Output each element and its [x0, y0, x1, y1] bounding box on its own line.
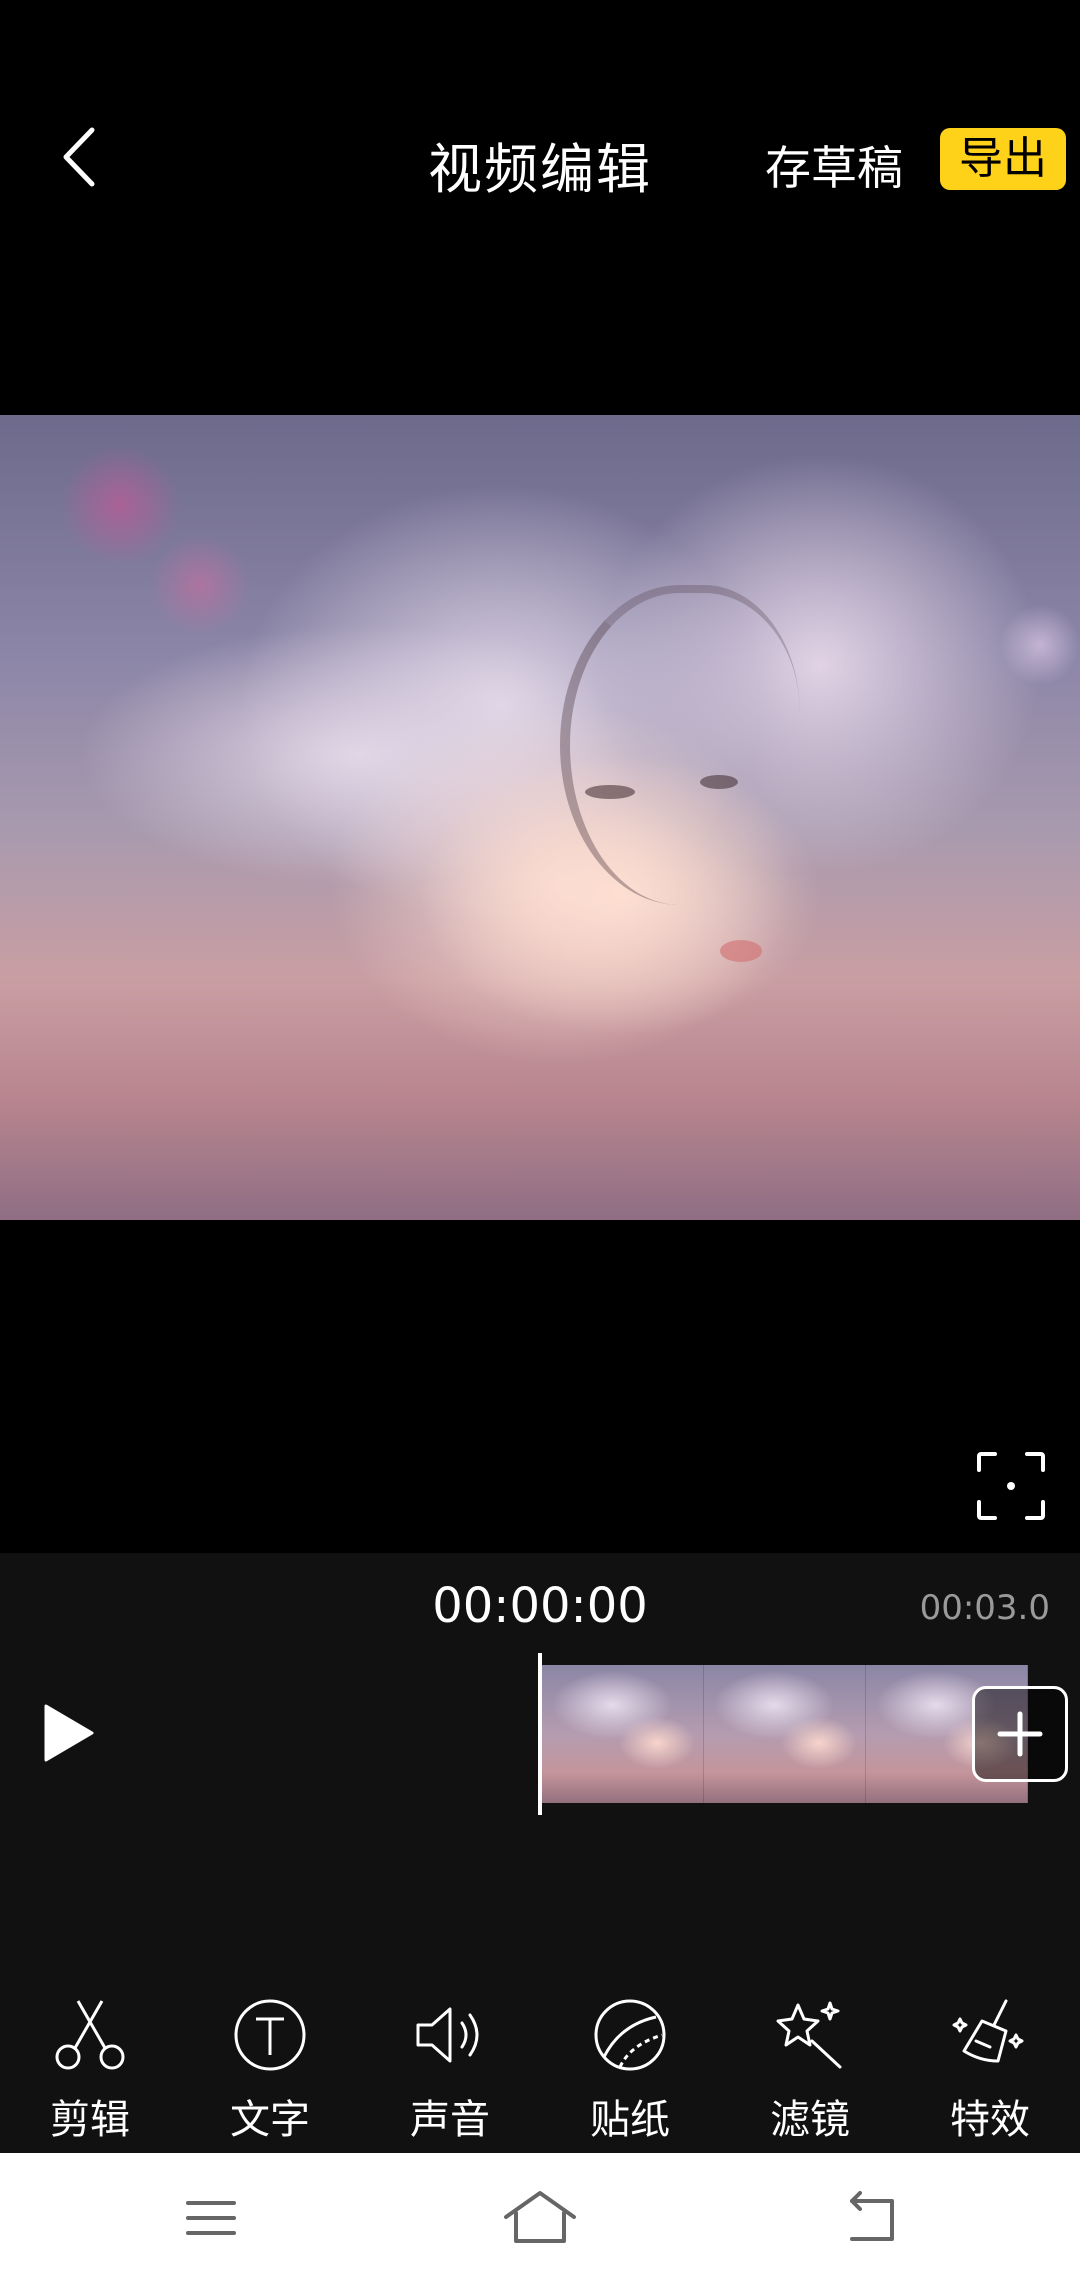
system-nav-bar [0, 2153, 1080, 2280]
video-track[interactable] [542, 1665, 1028, 1803]
export-button[interactable]: 导出 [940, 128, 1066, 190]
plus-icon [997, 1711, 1043, 1757]
tool-bar: 剪辑 文字 声音 贴纸 滤镜 特效 [0, 1985, 1080, 2150]
back-icon [850, 2191, 894, 2241]
page-title: 视频编辑 [428, 138, 652, 201]
add-clip-button[interactable] [972, 1686, 1068, 1782]
clip-thumbnail [542, 1665, 704, 1803]
magic-wand-icon [776, 2001, 842, 2069]
tool-cut[interactable]: 剪辑 [0, 1985, 180, 2150]
video-preview[interactable] [0, 415, 1080, 1220]
tool-filter[interactable]: 滤镜 [720, 1985, 900, 2150]
tool-sticker[interactable]: 贴纸 [540, 1985, 720, 2150]
system-home-button[interactable] [500, 2183, 580, 2253]
preview-image-detail [560, 585, 800, 905]
tool-label: 滤镜 [770, 2097, 850, 2143]
top-bar: 视频编辑 存草稿 导出 [0, 0, 1080, 320]
save-draft-button[interactable]: 存草稿 [765, 132, 903, 198]
menu-icon [186, 2201, 236, 2235]
tool-text[interactable]: 文字 [180, 1985, 360, 2150]
clip-thumbnail [704, 1665, 866, 1803]
scissors-icon [55, 2000, 125, 2070]
sticker-icon [594, 1999, 666, 2071]
play-icon [44, 1704, 94, 1762]
tool-label: 特效 [950, 2097, 1030, 2143]
preview-image-detail [720, 940, 762, 962]
playhead[interactable] [538, 1653, 542, 1815]
current-time: 00:00:00 [432, 1578, 648, 1634]
tool-label: 文字 [230, 2097, 310, 2143]
play-button[interactable] [40, 1702, 96, 1764]
tool-label: 声音 [410, 2097, 490, 2143]
text-icon [234, 1999, 306, 2071]
preview-image-detail [700, 775, 738, 789]
fullscreen-button[interactable] [975, 1450, 1047, 1522]
fullscreen-icon [977, 1452, 1045, 1520]
total-duration: 00:03.0 [919, 1588, 1050, 1628]
effects-icon [952, 1999, 1024, 2063]
tool-effects[interactable]: 特效 [900, 1985, 1080, 2150]
tool-label: 贴纸 [590, 2097, 670, 2143]
preview-image-detail [585, 785, 635, 799]
tool-audio[interactable]: 声音 [360, 1985, 540, 2150]
system-back-button[interactable] [830, 2183, 910, 2253]
home-icon [504, 2191, 576, 2243]
speaker-icon [416, 2007, 479, 2063]
system-menu-button[interactable] [170, 2183, 250, 2253]
tool-label: 剪辑 [50, 2097, 130, 2143]
